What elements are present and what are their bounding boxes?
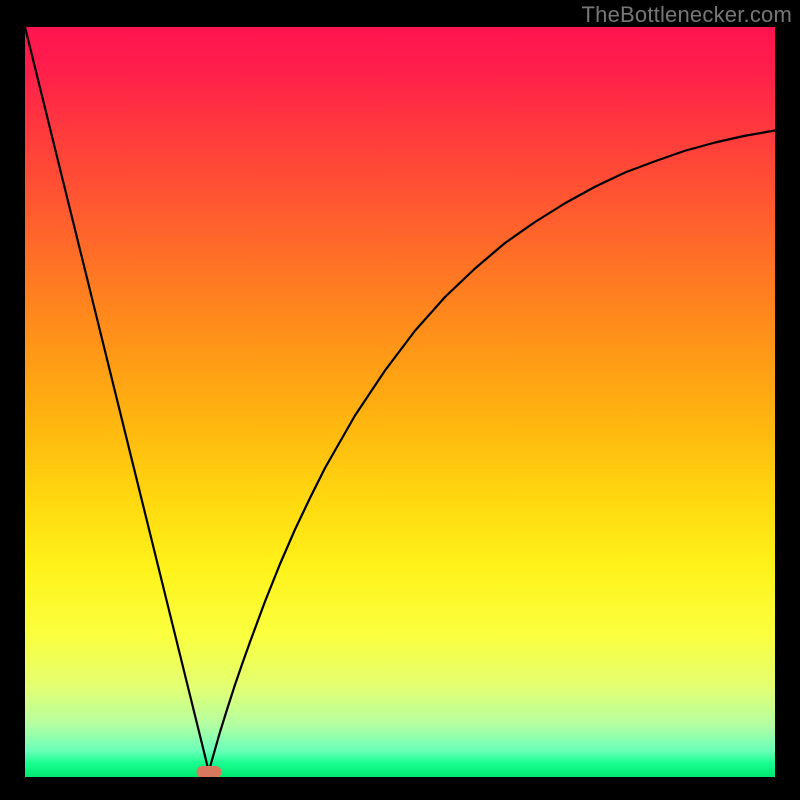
chart-frame: TheBottlenecker.com bbox=[0, 0, 800, 800]
bottleneck-curve bbox=[25, 27, 775, 772]
curve-layer bbox=[25, 27, 775, 777]
min-marker bbox=[196, 766, 221, 777]
plot-area bbox=[25, 27, 775, 777]
attribution-label: TheBottlenecker.com bbox=[582, 2, 792, 28]
